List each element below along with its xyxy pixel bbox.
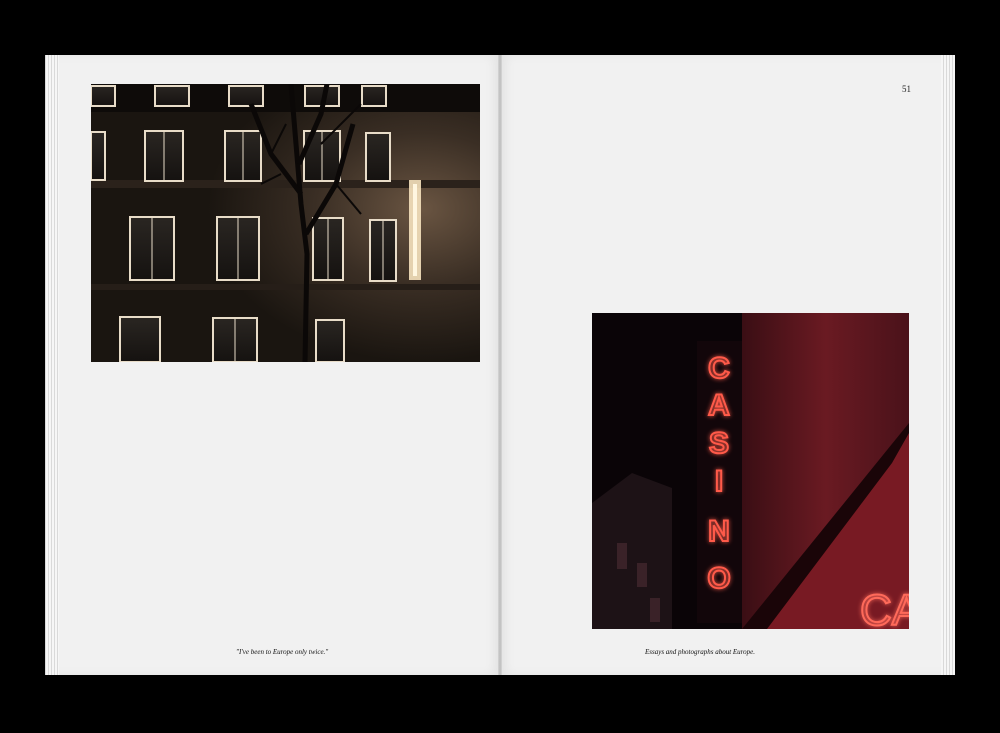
book-gutter: [498, 55, 502, 675]
partial-neon-sign: CA: [860, 586, 909, 629]
page-number: 51: [902, 84, 911, 94]
sign-letter: O: [707, 562, 730, 595]
book-spread: "I've been to Europe only twice." 51 C A…: [45, 55, 955, 675]
sign-letter: N: [708, 515, 730, 548]
left-page-edge: [45, 55, 59, 675]
sign-letter: A: [708, 389, 730, 422]
right-caption: Essays and photographs about Europe.: [645, 648, 755, 656]
sign-letter: S: [709, 427, 729, 460]
left-caption: "I've been to Europe only twice.": [236, 648, 329, 656]
building-night-photo: [91, 84, 480, 362]
sign-letter: C: [708, 352, 730, 385]
left-page: "I've been to Europe only twice.": [45, 55, 500, 675]
sign-letter: I: [715, 465, 723, 498]
right-page-edge: [941, 55, 955, 675]
casino-sign-photo: C A S I N O CA: [592, 313, 909, 629]
